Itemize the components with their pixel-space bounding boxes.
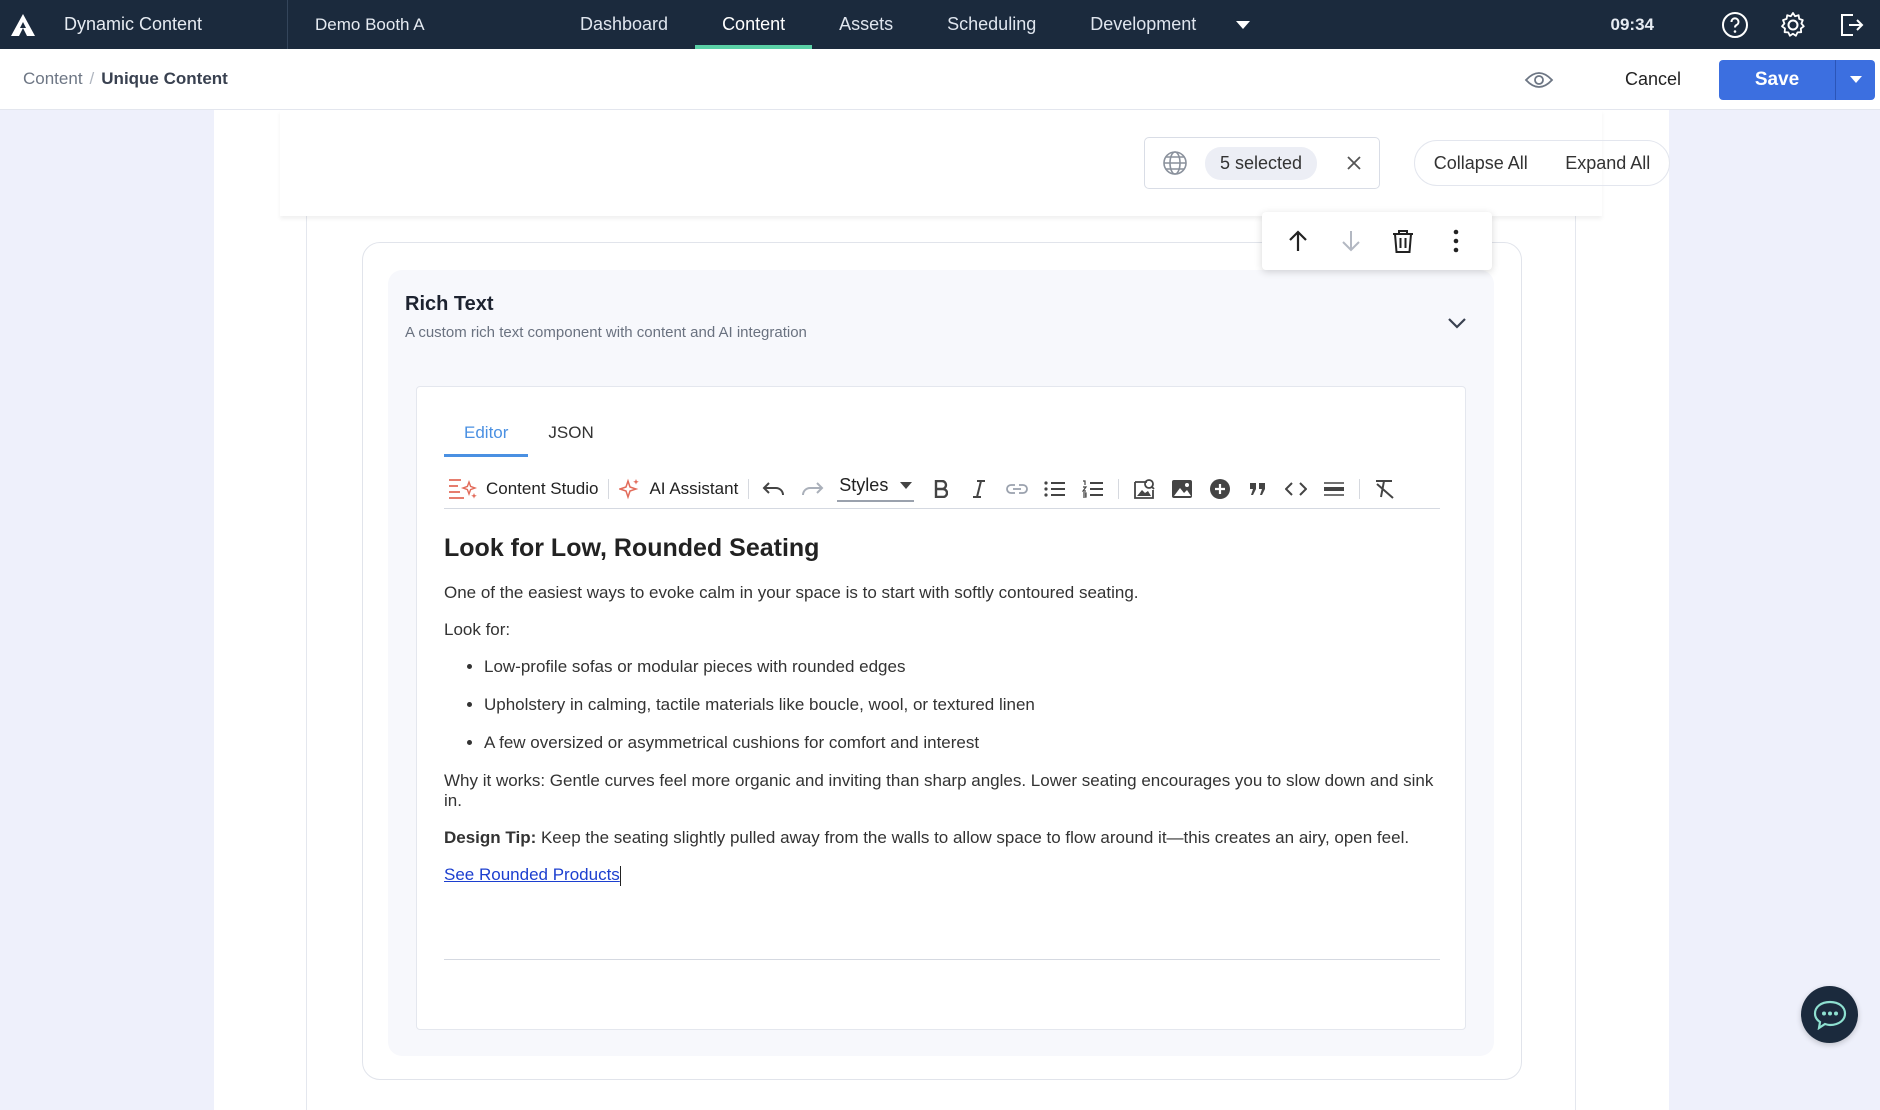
- list-item: A few oversized or asymmetrical cushions…: [484, 733, 1440, 753]
- app-logo-icon[interactable]: [0, 0, 46, 49]
- styles-label: Styles: [839, 475, 889, 495]
- top-right-tools: 09:34: [1611, 0, 1880, 49]
- undo-icon[interactable]: [755, 469, 793, 509]
- chat-support-icon[interactable]: [1801, 986, 1858, 1043]
- move-up-arrow-icon[interactable]: [1278, 221, 1318, 261]
- save-dropdown-chevron-icon[interactable]: [1835, 59, 1875, 100]
- editor-bottom-divider: [444, 959, 1440, 960]
- cancel-button[interactable]: Cancel: [1597, 69, 1709, 90]
- settings-gear-icon[interactable]: [1764, 0, 1822, 49]
- content-studio-label: Content Studio: [486, 478, 599, 498]
- delete-trash-icon[interactable]: [1383, 221, 1423, 261]
- toolbar-divider: [608, 478, 610, 499]
- breadcrumb: Content / Unique Content: [0, 69, 228, 89]
- help-icon[interactable]: [1706, 0, 1764, 49]
- design-tip-paragraph: Design Tip: Keep the seating slightly pu…: [444, 828, 1440, 848]
- horizontal-rule-icon[interactable]: [1315, 469, 1353, 509]
- design-tip-label: Design Tip:: [444, 828, 537, 847]
- locale-selected-count: 5 selected: [1205, 146, 1318, 180]
- nav-tab-scheduling[interactable]: Scheduling: [920, 0, 1063, 49]
- content-paragraph: One of the easiest ways to evoke calm in…: [444, 583, 1139, 602]
- component-description: A custom rich text component with conten…: [405, 324, 807, 341]
- expand-all-button[interactable]: Expand All: [1565, 153, 1650, 174]
- styles-dropdown-icon: [900, 482, 913, 489]
- move-down-arrow-icon[interactable]: [1331, 221, 1371, 261]
- toolbar-divider: [1359, 478, 1361, 499]
- editor-content[interactable]: Look for Low, Rounded Seating One of the…: [444, 515, 1440, 903]
- tab-json[interactable]: JSON: [528, 411, 613, 457]
- italic-icon[interactable]: [960, 469, 998, 509]
- insert-image-icon[interactable]: [1163, 469, 1201, 509]
- text-cursor: [619, 865, 621, 886]
- app-title: Dynamic Content: [46, 0, 288, 49]
- hub-name[interactable]: Demo Booth A: [288, 15, 548, 35]
- insert-media-icon[interactable]: [1125, 469, 1163, 509]
- nav-more-dropdown-icon[interactable]: [1223, 0, 1263, 49]
- canvas-toolbar: 5 selected Collapse All Expand All: [280, 110, 1670, 216]
- blockquote-icon[interactable]: [1239, 469, 1277, 509]
- top-bar: Dynamic Content Demo Booth A Dashboard C…: [0, 0, 1880, 49]
- content-paragraph: Why it works: Gentle curves feel more or…: [444, 771, 1434, 810]
- clear-locale-close-icon[interactable]: [1329, 156, 1379, 170]
- bold-icon[interactable]: [922, 469, 960, 509]
- logout-icon[interactable]: [1822, 0, 1880, 49]
- ai-sparkle-icon: [619, 478, 641, 500]
- toolbar-divider: [1118, 478, 1120, 499]
- content-canvas: 5 selected Collapse All Expand All Rich …: [214, 110, 1670, 1110]
- breadcrumb-current: Unique Content: [101, 69, 228, 88]
- link-icon[interactable]: [998, 469, 1036, 509]
- collapse-chevron-down-icon[interactable]: [1442, 308, 1472, 338]
- content-bullet-list: Low-profile sofas or modular pieces with…: [484, 657, 1440, 753]
- editor-tabs: Editor JSON: [444, 411, 614, 457]
- ai-assistant-button[interactable]: AI Assistant: [615, 469, 742, 509]
- rich-text-component: Rich Text A custom rich text component w…: [388, 270, 1494, 1056]
- redo-icon[interactable]: [793, 469, 831, 509]
- collapse-all-button[interactable]: Collapse All: [1434, 153, 1528, 174]
- design-tip-text: Keep the seating slightly pulled away fr…: [536, 828, 1410, 847]
- nav-tab-development[interactable]: Development: [1063, 0, 1223, 49]
- globe-icon: [1145, 150, 1205, 176]
- content-paragraph: Look for:: [444, 620, 511, 639]
- rich-text-editor: Editor JSON Content Studio AI Assistant: [416, 386, 1466, 1030]
- component-title: Rich Text: [405, 293, 494, 315]
- code-icon[interactable]: [1277, 469, 1315, 509]
- locale-selector[interactable]: 5 selected: [1144, 137, 1380, 189]
- breadcrumb-root[interactable]: Content: [23, 69, 83, 89]
- component-actions-toolbar: [1262, 212, 1492, 270]
- nav-tab-assets[interactable]: Assets: [812, 0, 920, 49]
- styles-dropdown[interactable]: Styles: [837, 475, 915, 502]
- nav-tab-content[interactable]: Content: [695, 0, 813, 49]
- collapse-expand-controls: Collapse All Expand All: [1414, 140, 1670, 186]
- clear-formatting-icon[interactable]: [1366, 469, 1404, 509]
- list-item: Low-profile sofas or modular pieces with…: [484, 657, 1440, 677]
- ai-assistant-label: AI Assistant: [649, 478, 739, 498]
- nav-tab-dashboard[interactable]: Dashboard: [553, 0, 695, 49]
- list-item: Upholstery in calming, tactile materials…: [484, 695, 1440, 715]
- content-studio-button[interactable]: Content Studio: [444, 469, 602, 509]
- sub-header: Content / Unique Content Cancel Save: [0, 49, 1880, 110]
- save-button[interactable]: Save: [1719, 59, 1835, 100]
- link-paragraph: See Rounded Products: [444, 865, 1440, 886]
- save-button-group: Save: [1719, 59, 1875, 100]
- sub-header-actions: Cancel Save: [1519, 49, 1880, 110]
- clock: 09:34: [1610, 14, 1654, 34]
- bulleted-list-icon[interactable]: [1036, 469, 1074, 509]
- toolbar-divider: [748, 478, 750, 499]
- see-rounded-products-link[interactable]: See Rounded Products: [444, 865, 620, 884]
- content-studio-icon: [448, 477, 478, 501]
- breadcrumb-separator: /: [89, 69, 95, 88]
- insert-plus-circle-icon[interactable]: [1201, 469, 1239, 509]
- preview-eye-icon[interactable]: [1519, 60, 1559, 100]
- more-options-kebab-icon[interactable]: [1436, 221, 1476, 261]
- content-heading: Look for Low, Rounded Seating: [444, 534, 820, 562]
- tab-editor[interactable]: Editor: [444, 411, 529, 457]
- editor-toolbar: Content Studio AI Assistant Styles: [444, 469, 1440, 509]
- main-nav: Dashboard Content Assets Scheduling Deve…: [553, 0, 1263, 49]
- numbered-list-icon[interactable]: [1074, 469, 1112, 509]
